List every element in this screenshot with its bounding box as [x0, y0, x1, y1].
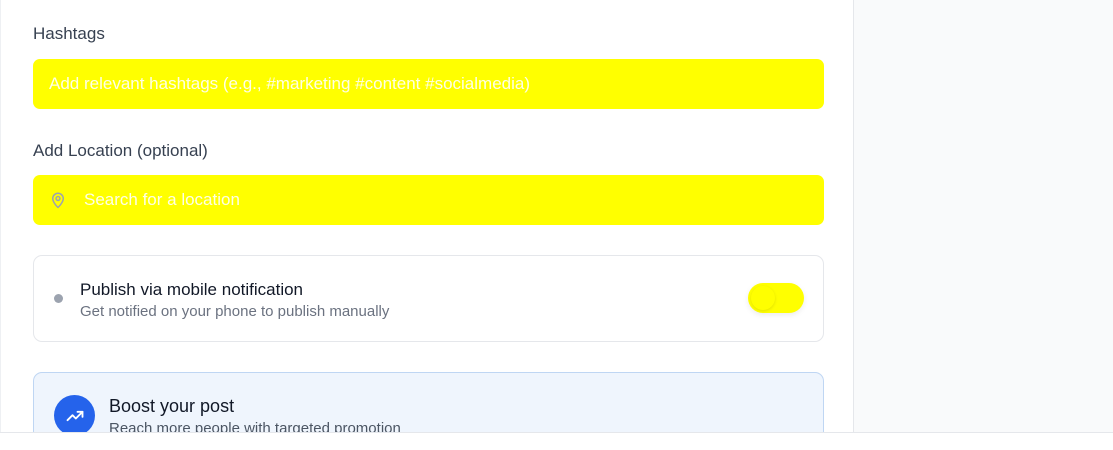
- boost-title: Boost your post: [109, 396, 235, 416]
- post-form-panel: Hashtags Add Location (optional) Publish…: [0, 0, 854, 450]
- location-label: Add Location (optional): [33, 141, 208, 160]
- page: Hashtags Add Location (optional) Publish…: [0, 0, 1113, 450]
- mobile-notification-toggle[interactable]: [748, 283, 804, 313]
- hashtags-label: Hashtags: [33, 24, 105, 43]
- mobile-notification-title: Publish via mobile notification: [80, 280, 304, 299]
- mobile-notification-card: Publish via mobile notification Get noti…: [33, 255, 824, 342]
- location-search-input[interactable]: [33, 175, 824, 225]
- side-panel: [854, 0, 1113, 432]
- bottom-strip: [0, 432, 1113, 450]
- status-dot: [54, 294, 63, 303]
- trending-up-icon: [54, 395, 95, 436]
- toggle-knob: [751, 286, 775, 310]
- hashtags-input[interactable]: [33, 59, 824, 109]
- map-pin-icon: [49, 191, 67, 209]
- mobile-notification-subtitle: Get notified on your phone to publish ma…: [80, 303, 390, 320]
